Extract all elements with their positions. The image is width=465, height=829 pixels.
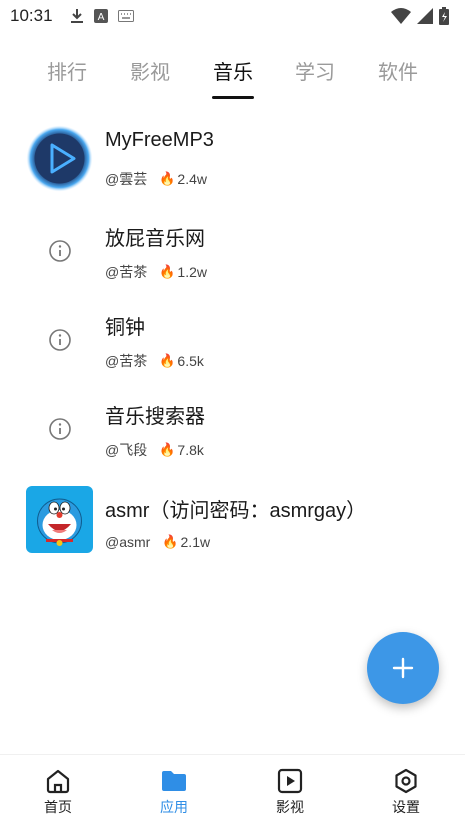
tab-movies[interactable]: 影视 [130, 56, 170, 85]
info-icon [26, 306, 93, 373]
item-heat: 7.8k [177, 442, 204, 458]
nav-video[interactable]: 影视 [250, 767, 330, 817]
fire-icon: 🔥 [162, 534, 179, 549]
tab-ranking[interactable]: 排行 [47, 56, 87, 85]
list-item[interactable]: 放屁音乐网 @苦茶 🔥 1.2w [0, 222, 465, 308]
active-tab-indicator [212, 96, 254, 99]
fire-icon: 🔥 [159, 264, 176, 279]
info-icon [26, 395, 93, 462]
doraemon-icon [26, 486, 93, 553]
wifi-icon [391, 8, 411, 24]
signal-icon [417, 8, 433, 24]
nav-settings[interactable]: 设置 [366, 767, 446, 817]
home-icon [46, 769, 70, 794]
list-item[interactable]: MyFreeMP3 @雲芸 🔥 2.4w [0, 125, 465, 215]
app-a-icon: A [94, 9, 108, 23]
svg-text:A: A [98, 12, 105, 23]
item-author: @雲芸 [105, 171, 148, 187]
list-item[interactable]: 音乐搜索器 @飞段 🔥 7.8k [0, 400, 465, 486]
status-time: 10:31 [10, 6, 53, 25]
add-button[interactable] [367, 632, 439, 704]
nav-home[interactable]: 首页 [18, 767, 98, 817]
item-author: @苦茶 [105, 264, 148, 280]
fire-icon: 🔥 [159, 353, 176, 368]
item-title: 放屁音乐网 [105, 228, 205, 250]
nav-home-label: 首页 [44, 799, 72, 815]
notification-icons: A [70, 8, 134, 24]
keyboard-icon [118, 10, 134, 22]
bottom-navigation: 首页 应用 影视 设置 [0, 754, 465, 829]
video-icon [277, 768, 303, 794]
status-bar: 10:31 A [0, 0, 465, 32]
item-title: 铜钟 [105, 317, 145, 339]
info-icon [26, 217, 93, 284]
item-author: @苦茶 [105, 353, 148, 369]
item-meta: @asmr 🔥 2.1w [105, 534, 210, 550]
item-meta: @苦茶 🔥 6.5k [105, 351, 204, 371]
item-heat: 1.2w [177, 264, 207, 280]
plus-icon [392, 657, 414, 679]
fire-icon: 🔥 [159, 171, 176, 186]
battery-icon [439, 7, 449, 25]
item-meta: @苦茶 🔥 1.2w [105, 262, 207, 282]
system-icons [391, 7, 449, 25]
item-title: asmr（访问密码：asmrgay） [105, 500, 367, 522]
nav-settings-label: 设置 [392, 799, 420, 815]
item-author: @飞段 [105, 442, 148, 458]
tab-study[interactable]: 学习 [295, 56, 335, 85]
item-meta: @雲芸 🔥 2.4w [105, 169, 207, 189]
item-author: @asmr [105, 534, 151, 550]
category-tabs: 排行 影视 音乐 学习 软件 [0, 46, 465, 102]
item-heat: 6.5k [177, 353, 204, 369]
download-icon [71, 9, 83, 23]
settings-icon [395, 768, 417, 794]
list-item[interactable]: 铜钟 @苦茶 🔥 6.5k [0, 311, 465, 397]
tab-software[interactable]: 软件 [378, 56, 418, 85]
item-heat: 2.1w [180, 534, 211, 550]
nav-apps[interactable]: 应用 [134, 767, 214, 817]
nav-apps-label: 应用 [160, 799, 188, 815]
item-heat: 2.4w [177, 171, 207, 187]
item-title: MyFreeMP3 [105, 129, 214, 151]
fire-icon: 🔥 [159, 442, 176, 457]
folder-icon [162, 771, 186, 791]
play-logo-icon [26, 125, 93, 192]
item-title: 音乐搜索器 [105, 406, 205, 428]
tab-music[interactable]: 音乐 [213, 56, 253, 85]
list-item[interactable]: asmr（访问密码：asmrgay） @asmr 🔥 2.1w [0, 486, 465, 580]
item-meta: @飞段 🔥 7.8k [105, 440, 204, 460]
nav-video-label: 影视 [276, 799, 304, 815]
